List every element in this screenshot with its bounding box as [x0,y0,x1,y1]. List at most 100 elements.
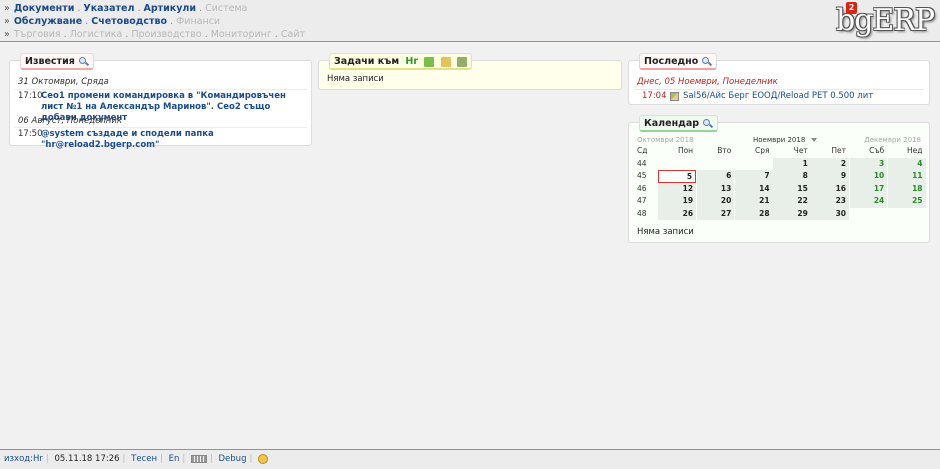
calendar-week-number: 48 [637,208,647,218]
tools-icon[interactable] [424,56,435,67]
calendar-day[interactable]: 28 [734,207,773,220]
calendar-day[interactable]: 8 [773,170,811,183]
divider [14,89,307,90]
calendar-empty: Няма записи [637,227,694,237]
calendar-day[interactable]: 29 [773,207,811,220]
menu-item[interactable]: Документи [14,3,75,14]
recent-link[interactable]: Sal56/Айс Берг ЕООД/Reload PET 0.500 лит [683,90,873,103]
calendar-day[interactable]: 12 [658,182,697,195]
add-task-icon[interactable] [440,56,451,67]
calendar-weekday: Нед [907,146,923,155]
calendar-day[interactable]: 20 [696,195,735,208]
calendar-day[interactable]: 16 [811,182,850,195]
calendar-day[interactable]: 24 [849,195,888,208]
calendar-day[interactable]: 25 [887,195,926,208]
month-select[interactable]: Ноември 2018 [753,136,818,144]
menu-item[interactable]: Логистика [70,29,123,40]
calendar-day[interactable]: 7 [734,170,773,183]
news-panel: Известия 31 Октомври, Сряда 17:10 Ceo1 п… [9,53,312,150]
help-icon[interactable] [258,453,269,464]
chevron-down-icon [811,138,818,142]
list-icon[interactable] [456,56,467,67]
search-icon[interactable] [78,56,89,67]
logo[interactable]: bgERP 2 [836,2,935,40]
tasks-panel: Задачи към Hr Няма записи [318,53,622,90]
calendar-day[interactable]: 3 [849,157,888,170]
calendar-day[interactable]: 9 [811,170,850,183]
calendar-grid: Сд Пон Вто Сря Чет Пет Съб Нед 44 1 2 3 4 45 5 6 7 8 9 10 11… [634,145,926,220]
calendar-day [850,208,888,221]
calendar-day[interactable]: 6 [696,170,735,183]
calendar-day[interactable]: 14 [734,182,773,195]
debug-link[interactable]: Debug [219,454,247,464]
menu-item[interactable]: Счетоводство [91,16,167,27]
news-link[interactable]: @system създаде и сподели папка "hr@relo… [41,129,301,151]
logout-link[interactable]: изход:Hr [4,454,43,464]
calendar-weekday: Чет [793,146,808,155]
menu-bullet: » [4,16,10,27]
calendar-day[interactable]: 10 [849,170,888,183]
news-time: 17:50 [18,129,43,139]
menu-item[interactable]: Указател [83,3,134,14]
next-month-link[interactable]: Декември 2018 [864,136,921,144]
calendar-day[interactable]: 26 [658,207,697,220]
news-day: 06 Август, Понеделник [18,116,123,126]
calendar-day[interactable]: 11 [887,170,926,183]
menu-separator: . [170,16,174,27]
calendar-day[interactable]: 15 [773,182,811,195]
language-link[interactable]: En [169,454,180,464]
calendar-day[interactable]: 23 [811,195,850,208]
calendar-day[interactable]: 30 [811,207,850,220]
menu-separator: . [204,29,208,40]
menu-item[interactable]: Търговия [14,29,61,40]
menu-item[interactable]: Артикули [143,3,196,14]
menu-item[interactable]: Обслужване [14,16,82,27]
calendar-week-row: 46 12 13 14 15 16 17 18 [634,182,926,195]
narrow-mode-link[interactable]: Тесен [131,454,157,464]
calendar-day[interactable]: 18 [887,182,926,195]
menu-item[interactable]: Сайт [281,29,305,40]
recent-panel: Последно Днес, 05 Ноември, Понеделник 17… [628,53,930,105]
calendar-weekday: Вто [717,146,732,155]
recent-time: 17:04 [642,91,667,101]
separator: | [160,454,163,464]
menu-item[interactable]: Производство [131,29,201,40]
calendar-day [658,158,696,171]
menu-row-3: » Търговия. Логистика. Производство. Монитор… [4,29,305,41]
calendar-weekday: Пон [677,146,694,155]
tasks-empty: Няма записи [327,74,384,84]
calendar-day [697,158,735,171]
news-legend: Известия [20,53,94,70]
menu-item[interactable]: Финанси [176,16,220,27]
menu-row-2: » Обслужване. Счетоводство. Финанси [4,16,220,28]
calendar-day[interactable]: 19 [658,195,697,208]
calendar-day[interactable]: 4 [887,157,926,170]
tasks-legend: Задачи към Hr [329,53,472,70]
search-icon[interactable] [701,56,712,67]
calendar-day[interactable]: 17 [849,182,888,195]
calendar-day[interactable]: 2 [811,157,850,170]
menu-item[interactable]: Мониторинг [211,29,272,40]
news-title: Известия [25,56,75,67]
calendar-day [735,158,773,171]
prev-month-link[interactable]: Октомври 2018 [637,136,694,144]
calendar-day[interactable]: 13 [696,182,735,195]
menu-separator: . [77,3,81,14]
footer: изход:Hr | 05.11.18 17:26 | Тесен | En | | D… [0,449,940,469]
calendar-day[interactable]: 27 [696,207,735,220]
calendar-day[interactable]: 1 [773,157,811,170]
calendar-week-number: 44 [637,158,647,168]
calendar-day[interactable]: 22 [773,195,811,208]
notification-badge[interactable]: 2 [846,2,857,14]
calendar-week-number: 45 [637,171,647,180]
document-icon [670,92,679,101]
calendar-day[interactable]: 5 [658,170,697,183]
search-icon[interactable] [702,118,713,129]
calendar-week-row: 44 1 2 3 4 [634,157,926,171]
calendar-week-row: 48 26 27 28 29 30 [634,207,926,221]
keyboard-icon[interactable] [190,454,207,463]
separator: | [45,454,49,464]
menu-item[interactable]: Система [205,3,247,14]
tasks-user[interactable]: Hr [405,56,418,67]
calendar-day[interactable]: 21 [734,195,773,208]
